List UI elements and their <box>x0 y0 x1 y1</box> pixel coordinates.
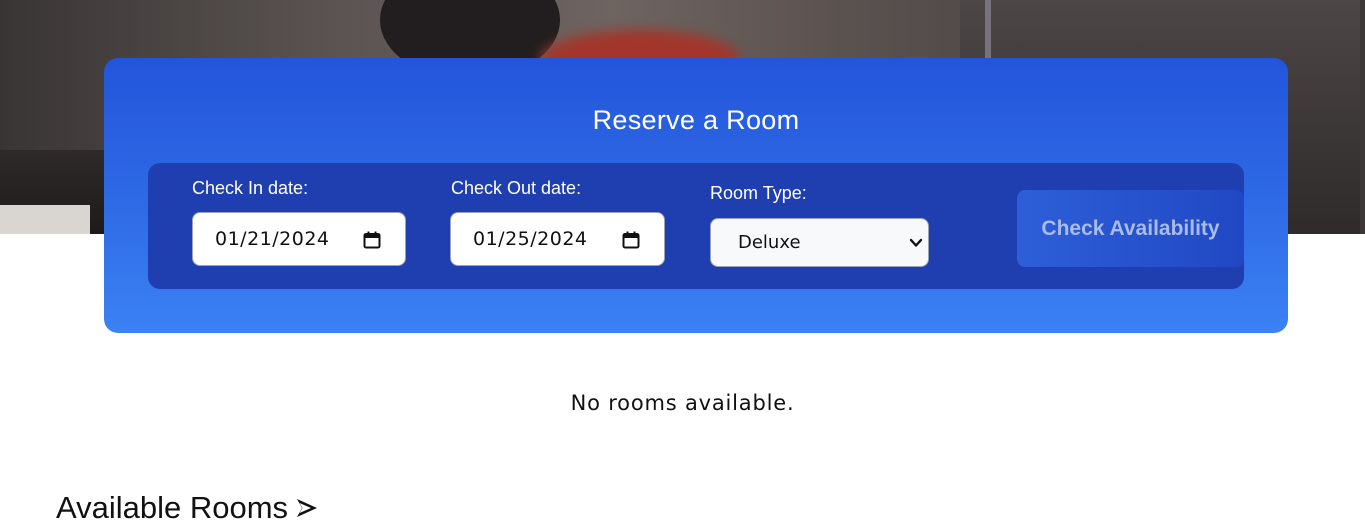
check-in-date-input[interactable]: 01/21/2024 <box>192 212 406 266</box>
room-type-select[interactable]: Deluxe <box>710 218 929 267</box>
check-out-date-input[interactable]: 01/25/2024 <box>450 212 665 266</box>
no-rooms-message: No rooms available. <box>570 391 795 415</box>
room-type-value: Deluxe <box>738 232 801 253</box>
check-in-label: Check In date: <box>192 178 309 198</box>
reservation-title: Reserve a Room <box>592 105 800 135</box>
page: Reserve a Room Check In date: 01/21/2024… <box>0 0 1365 522</box>
calendar-icon[interactable] <box>622 231 640 249</box>
chevron-down-icon <box>909 238 923 247</box>
calendar-icon[interactable] <box>363 231 381 249</box>
room-type-label: Room Type: <box>710 183 807 203</box>
check-availability-button[interactable]: Check Availability <box>1017 190 1244 267</box>
check-out-value: 01/25/2024 <box>473 228 588 250</box>
available-rooms-title: Available Rooms <box>56 490 289 522</box>
reservation-form: Check In date: 01/21/2024 Check Out date… <box>148 163 1244 289</box>
reservation-card: Reserve a Room Check In date: 01/21/2024… <box>104 58 1288 333</box>
available-rooms-heading: Available Rooms <box>56 490 320 522</box>
arrow-right-icon <box>297 499 318 517</box>
check-in-value: 01/21/2024 <box>215 228 330 250</box>
check-out-label: Check Out date: <box>451 178 582 198</box>
